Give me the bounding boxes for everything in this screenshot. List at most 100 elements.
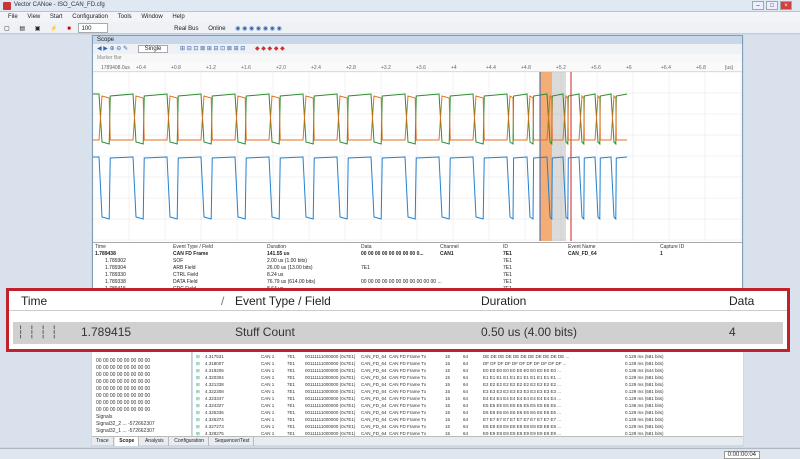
- trace-row[interactable]: ⊞ 4.327273 CAN 1 7E1 00111111000000 (0x7E1) C…: [193, 423, 741, 430]
- event-col-header[interactable]: Event Type / Field: [173, 243, 213, 251]
- trace-row[interactable]: ⊞ 4.325336 CAN 1 7E1 00111111000000 (0x7E1) C…: [193, 409, 741, 416]
- tab-sequencer-test[interactable]: Sequencer/Test: [211, 437, 255, 446]
- signal-value: 00 00 00 00 00 00 00 00: [96, 372, 151, 378]
- signal-value: 00 00 00 00 00 00 00 00: [96, 407, 151, 413]
- trace-row[interactable]: ⊞ 4.322308 CAN 1 7E1 00111111000000 (0x7E1) C…: [193, 388, 741, 395]
- trace-cell: 00111111000000 (0x7E1): [305, 410, 356, 415]
- trace-cell: DE DE DE DE DE DE DE DE DE DE DE ...: [483, 354, 570, 359]
- zoom-header-type[interactable]: Event Type / Field: [235, 294, 331, 308]
- trace-cell: CAN FD Frame Tx: [389, 403, 427, 408]
- event-cell: 7E1: [503, 272, 512, 278]
- expand-icon[interactable]: ⊞: [196, 367, 200, 374]
- trace-cell: 15: [445, 368, 451, 373]
- signals-group[interactable]: Signals: [92, 414, 191, 421]
- expand-icon[interactable]: ⊞: [196, 353, 200, 360]
- menu-start[interactable]: Start: [50, 12, 63, 22]
- zoom-field[interactable]: 100: [78, 23, 109, 33]
- save-icon[interactable]: ▣: [33, 24, 43, 34]
- menu-configuration[interactable]: Configuration: [72, 12, 108, 22]
- trace-cell: 15: [445, 389, 451, 394]
- close-button[interactable]: ×: [780, 1, 792, 10]
- expand-icon[interactable]: ⊞: [196, 381, 200, 388]
- expand-icon[interactable]: ⊞: [196, 402, 200, 409]
- zoom-header-time[interactable]: Time: [21, 294, 47, 308]
- zoom-header-data[interactable]: Data: [729, 294, 754, 308]
- event-row[interactable]: 1.789338 DATA Field 76.79 us (614.00 bits)…: [93, 279, 733, 286]
- stop-icon[interactable]: ■: [65, 24, 73, 34]
- new-icon[interactable]: ▢: [2, 24, 12, 34]
- online-select[interactable]: Online: [206, 24, 227, 34]
- maximize-button[interactable]: □: [766, 1, 778, 10]
- trace-cell: 7E1: [287, 410, 296, 415]
- scope-plot[interactable]: [93, 72, 742, 241]
- trace-cell: 4.326374: [205, 417, 224, 422]
- menu-help[interactable]: Help: [172, 12, 184, 22]
- scope-nav-icons[interactable]: ◀ ▶ ⊕ ⊖ ✎: [97, 46, 128, 52]
- expand-icon[interactable]: ⊞: [196, 374, 200, 381]
- trace-cell: 4.318007: [205, 361, 224, 366]
- event-row[interactable]: 1.789304 ARB Field 26.00 us (13.00 bits) 7E…: [93, 265, 733, 272]
- start-icon[interactable]: ⚡: [48, 24, 59, 34]
- trace-cell: CAN 1: [261, 382, 275, 387]
- event-row[interactable]: 1.789302 SOF 2.00 us (1.00 bits) 7E1: [93, 258, 733, 265]
- event-col-header[interactable]: Event Name: [568, 243, 596, 251]
- event-col-header[interactable]: Time: [95, 243, 106, 251]
- menu-view[interactable]: View: [27, 12, 40, 22]
- expand-icon[interactable]: ⊞: [196, 416, 200, 423]
- trace-cell: CAN_FD_64: [361, 375, 387, 380]
- trace-cell: 7E1: [287, 354, 296, 359]
- ruler-label: +6: [626, 65, 632, 71]
- trace-row[interactable]: ⊞ 4.324327 CAN 1 7E1 00111111000000 (0x7E1) C…: [193, 402, 741, 409]
- event-cell: 1.789302: [105, 258, 126, 264]
- trace-cell: 64: [463, 396, 469, 401]
- minimize-button[interactable]: –: [752, 1, 764, 10]
- event-col-header[interactable]: Capture ID: [660, 243, 684, 251]
- expand-icon[interactable]: ⊞: [196, 395, 200, 402]
- tab-configuration[interactable]: Configuration: [170, 437, 210, 446]
- mode-select[interactable]: Single: [137, 45, 169, 53]
- event-cell: 141.55 us: [267, 251, 290, 257]
- trace-cell: CAN_FD_64: [361, 361, 387, 366]
- event-col-header[interactable]: ID: [503, 243, 508, 251]
- trace-row[interactable]: ⊞ 4.318007 CAN 1 7E1 00111111000000 (0x7E1) C…: [193, 360, 741, 367]
- expand-icon[interactable]: ⊞: [196, 423, 200, 430]
- trace-cell: 4.321338: [205, 382, 224, 387]
- zoom-row[interactable]: ┆┆┆┆ 1.789415 Stuff Count 0.50 us (4.00 …: [13, 322, 783, 344]
- event-col-header[interactable]: Channel: [440, 243, 459, 251]
- trace-cell: CAN FD Frame Tx: [389, 389, 427, 394]
- signal-row[interactable]: Signal32_2 ... -572662307: [92, 421, 191, 428]
- signal-row[interactable]: Signal32_1 ... -572662307: [92, 428, 191, 435]
- event-cell: 7E1: [503, 279, 512, 285]
- menu-tools[interactable]: Tools: [118, 12, 132, 22]
- trace-row[interactable]: ⊞ 4.320304 CAN 1 7E1 00111111000000 (0x7E1) C…: [193, 374, 741, 381]
- event-col-header[interactable]: Duration: [267, 243, 286, 251]
- bus-mode-select[interactable]: Real Bus: [172, 24, 200, 34]
- event-row[interactable]: 1.789330 CTRL Field 8.24 us 7E1: [93, 272, 733, 279]
- marker-icons[interactable]: ◆ ◆ ◆ ◆ ◆: [255, 46, 285, 52]
- trace-row[interactable]: ⊞ 4.326374 CAN 1 7E1 00111111000000 (0x7E1) C…: [193, 416, 741, 423]
- expand-icon[interactable]: ⊞: [196, 360, 200, 367]
- menu-file[interactable]: File: [8, 12, 18, 22]
- trace-cell: CAN FD Frame Tx: [389, 410, 427, 415]
- trace-row[interactable]: ⊞ 4.323347 CAN 1 7E1 00111111000000 (0x7E1) C…: [193, 395, 741, 402]
- trace-row[interactable]: ⊞ 4.317531 CAN 1 7E1 00111111000000 (0x7E1) C…: [193, 353, 741, 360]
- trace-cell: CAN_FD_64: [361, 354, 387, 359]
- tool-icons[interactable]: ◉ ◉ ◉ ◉ ◉ ◉ ◉: [233, 24, 284, 34]
- trace-row[interactable]: ⊞ 4.319206 CAN 1 7E1 00111111000000 (0x7E1) C…: [193, 367, 741, 374]
- tab-analysis[interactable]: Analysis: [141, 437, 169, 446]
- open-icon[interactable]: ▤: [17, 24, 27, 34]
- event-row[interactable]: 1.789438 CAN FD Frame 141.55 us 00 00 00 00…: [93, 251, 733, 258]
- event-cell: 00 00 00 00 00 00 00 00 0...: [361, 251, 424, 257]
- scope-tool-icons[interactable]: ⊞ ⊟ ⊡ ⊠ ⊞ ⊟ ⊡ ⊠ ⊞ ⊟: [180, 46, 245, 52]
- trace-row[interactable]: ⊞ 4.321338 CAN 1 7E1 00111111000000 (0x7E1) C…: [193, 381, 741, 388]
- event-col-header[interactable]: Data: [361, 243, 372, 251]
- trace-cell: CAN 1: [261, 403, 275, 408]
- expand-icon[interactable]: ⊞: [196, 409, 200, 416]
- tab-trace[interactable]: Trace: [92, 437, 114, 446]
- expand-icon[interactable]: ⊞: [196, 388, 200, 395]
- signal-value: 00 00 00 00 00 00 00 00: [96, 386, 151, 392]
- trace-cell: CAN FD Frame Tx: [389, 424, 427, 429]
- tab-scope[interactable]: Scope: [115, 437, 140, 446]
- zoom-header-duration[interactable]: Duration: [481, 294, 526, 308]
- menu-window[interactable]: Window: [141, 12, 162, 22]
